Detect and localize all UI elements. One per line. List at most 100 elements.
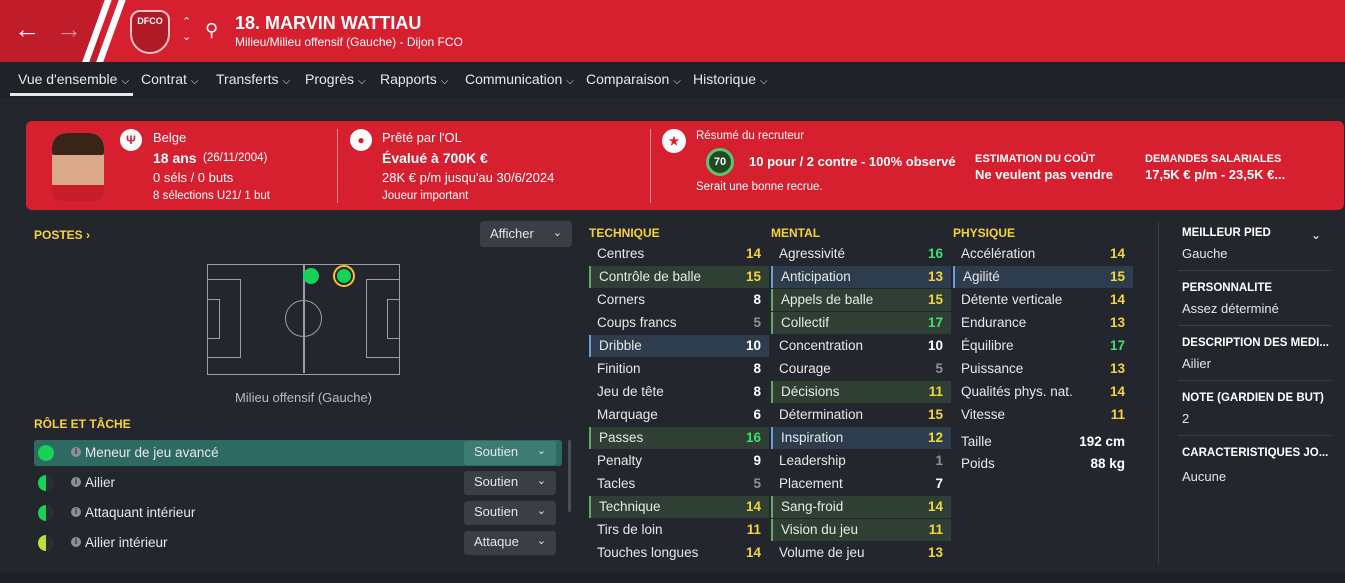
forward-arrow-icon[interactable]: → [56, 14, 82, 44]
roles-scrollbar[interactable] [568, 440, 571, 512]
attribute-row[interactable]: Vitesse 11 [953, 404, 1133, 426]
attribute-row[interactable]: Agilité 15 [953, 266, 1133, 288]
active-tab-underline [10, 93, 133, 96]
attribute-name: Tirs de loin [597, 522, 663, 537]
duty-dropdown[interactable]: Attaque ⌄ [464, 531, 556, 555]
back-arrow-icon[interactable]: ← [14, 14, 40, 44]
attribute-value: 17 [927, 315, 943, 330]
duty-dropdown[interactable]: Soutien ⌄ [464, 501, 556, 525]
mental-title: MENTAL [771, 226, 821, 240]
attribute-name: Équilibre [961, 338, 1014, 353]
attribute-row[interactable]: Détente verticale 14 [953, 289, 1133, 311]
attribute-row[interactable]: Corners 8 [589, 289, 769, 311]
search-icon[interactable]: ⚲ [205, 20, 218, 41]
attribute-row[interactable]: Accélération 14 [953, 243, 1133, 265]
tab-historique[interactable]: Historique ⌵ [693, 71, 768, 87]
player-value: Évalué à 700K € [382, 150, 488, 166]
attribute-value: 1 [935, 453, 943, 468]
attribute-row[interactable]: Endurance 13 [953, 312, 1133, 334]
attribute-row[interactable]: Anticipation 13 [771, 266, 951, 288]
show-dropdown[interactable]: Afficher ⌄ [480, 221, 572, 247]
role-row[interactable]: i Attaquant intérieur Soutien ⌄ [34, 500, 562, 526]
attribute-row[interactable]: Tacles 5 [589, 473, 769, 495]
position-dot-selected[interactable] [333, 265, 355, 287]
player-position-club[interactable]: Milieu/Milieu offensif (Gauche) - Dijon … [235, 35, 463, 49]
attribute-row[interactable]: Jeu de tête 8 [589, 381, 769, 403]
position-dot-midfield[interactable] [303, 268, 319, 284]
attribute-row[interactable]: Tirs de loin 11 [589, 519, 769, 541]
role-rating-icon [38, 445, 54, 461]
nationality[interactable]: Belge [153, 130, 186, 145]
tab-progres[interactable]: Progrès ⌵ [305, 71, 366, 87]
attribute-name: Anticipation [781, 269, 851, 284]
attribute-value: 13 [927, 269, 943, 284]
attribute-row[interactable]: Décisions 11 [771, 381, 951, 403]
info-icon[interactable]: i [71, 537, 81, 547]
tab-rapports[interactable]: Rapports ⌵ [380, 71, 448, 87]
role-rating-icon [38, 475, 54, 491]
attribute-name: Dribble [599, 338, 642, 353]
positions-title[interactable]: POSTES › [34, 228, 90, 242]
physique-title: PHYSIQUE [953, 226, 1016, 240]
attribute-row[interactable]: Inspiration 12 [771, 427, 951, 449]
attribute-row[interactable]: Coups francs 5 [589, 312, 769, 334]
attribute-row[interactable]: Puissance 13 [953, 358, 1133, 380]
info-icon[interactable]: i [71, 477, 81, 487]
attribute-value: 9 [753, 453, 761, 468]
chevron-down-icon[interactable]: ⌄ [1311, 228, 1321, 242]
attribute-row[interactable]: Concentration 10 [771, 335, 951, 357]
attribute-row[interactable]: Détermination 15 [771, 404, 951, 426]
attribute-name: Qualités phys. nat. [961, 384, 1073, 399]
attribute-row[interactable]: Sang-froid 14 [771, 496, 951, 518]
attribute-row[interactable]: Technique 14 [589, 496, 769, 518]
attribute-row[interactable]: Centres 14 [589, 243, 769, 265]
club-crest-icon[interactable]: DFCO [130, 10, 170, 54]
tab-transferts[interactable]: Transferts ⌵ [216, 71, 290, 87]
attribute-value: 14 [745, 499, 761, 514]
height-value: 192 cm [1079, 434, 1125, 449]
tab-vue-ensemble[interactable]: Vue d'ensemble ⌵ [18, 71, 129, 87]
attribute-row[interactable]: Passes 16 [589, 427, 769, 449]
attribute-row[interactable]: Équilibre 17 [953, 335, 1133, 357]
next-player-icon[interactable]: ⌄ [182, 30, 191, 43]
tab-comparaison[interactable]: Comparaison ⌵ [586, 71, 681, 87]
attribute-row[interactable]: Marquage 6 [589, 404, 769, 426]
attribute-row[interactable]: Penalty 9 [589, 450, 769, 472]
attribute-value: 8 [753, 292, 761, 307]
info-icon[interactable]: i [71, 447, 81, 457]
attribute-row[interactable]: Agressivité 16 [771, 243, 951, 265]
attribute-row[interactable]: Courage 5 [771, 358, 951, 380]
tab-communication[interactable]: Communication ⌵ [465, 71, 574, 87]
info-icon[interactable]: i [71, 507, 81, 517]
attribute-row[interactable]: Finition 8 [589, 358, 769, 380]
tab-contrat[interactable]: Contrat ⌵ [141, 71, 199, 87]
attribute-row[interactable]: Vision du jeu 11 [771, 519, 951, 541]
scout-summary[interactable]: 10 pour / 2 contre - 100% observé [749, 154, 956, 169]
attribute-name: Collectif [781, 315, 830, 330]
attribute-row[interactable]: Appels de balle 15 [771, 289, 951, 311]
chevron-down-icon: ⌵ [673, 76, 681, 87]
duty-dropdown[interactable]: Soutien ⌄ [464, 471, 556, 495]
attribute-row[interactable]: Volume de jeu 13 [771, 542, 951, 564]
previous-player-icon[interactable]: ⌃ [182, 15, 191, 28]
attribute-row[interactable]: Leadership 1 [771, 450, 951, 472]
chevron-down-icon: ⌵ [440, 76, 449, 87]
attribute-row[interactable]: Collectif 17 [771, 312, 951, 334]
salary-label: DEMANDES SALARIALES [1145, 153, 1282, 165]
role-name: Attaquant intérieur [85, 505, 196, 520]
role-row[interactable]: i Meneur de jeu avancé Soutien ⌄ [34, 440, 562, 466]
attribute-row[interactable]: Dribble 10 [589, 335, 769, 357]
role-row[interactable]: i Ailier intérieur Attaque ⌄ [34, 530, 562, 556]
attribute-name: Puissance [961, 361, 1024, 376]
attribute-value: 14 [1109, 246, 1125, 261]
attribute-row[interactable]: Qualités phys. nat. 14 [953, 381, 1133, 403]
duty-dropdown[interactable]: Soutien ⌄ [464, 441, 556, 465]
role-row[interactable]: i Ailier Soutien ⌄ [34, 470, 562, 496]
best-foot-value: Gauche [1182, 246, 1228, 261]
attribute-row[interactable]: Placement 7 [771, 473, 951, 495]
attribute-row[interactable]: Touches longues 14 [589, 542, 769, 564]
attribute-value: 8 [753, 384, 761, 399]
attribute-row[interactable]: Contrôle de balle 15 [589, 266, 769, 288]
loan-info[interactable]: Prêté par l'OL [382, 130, 462, 145]
attribute-name: Décisions [781, 384, 840, 399]
